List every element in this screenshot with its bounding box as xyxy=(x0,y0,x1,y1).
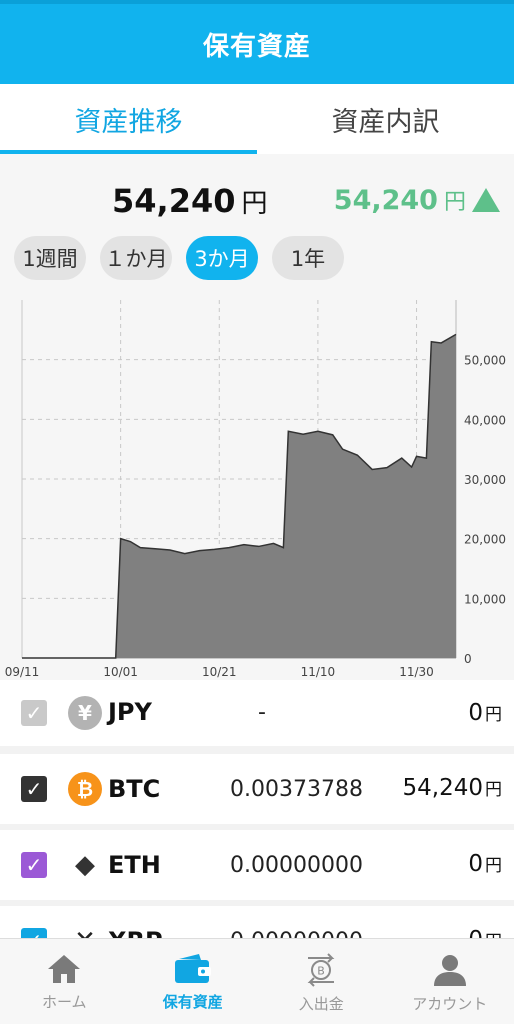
yen-coin-icon: ¥ xyxy=(68,696,102,730)
asset-quantity: - xyxy=(258,700,266,725)
up-arrow-icon xyxy=(472,188,500,212)
change-value: 54,240 円 xyxy=(334,184,500,216)
nav-home[interactable]: ホーム xyxy=(0,939,129,1024)
asset-symbol: JPY xyxy=(108,698,152,726)
change-unit: 円 xyxy=(443,190,466,215)
page-title: 保有資産 xyxy=(202,31,311,62)
x-tick-label: 11/10 xyxy=(301,665,336,679)
nav-deposit-withdraw[interactable]: B 入出金 xyxy=(257,939,386,1024)
asset-value: 0 円 xyxy=(468,851,502,877)
nav-account-label: アカウント xyxy=(412,995,488,1013)
nav-holdings-label: 保有資産 xyxy=(162,993,223,1011)
asset-value-amount: 54,240 xyxy=(402,775,483,801)
jpy-checkbox[interactable]: ✓ xyxy=(21,700,47,726)
tab-bar: 資産推移 資産内訳 xyxy=(0,84,514,154)
y-tick-label: 50,000 xyxy=(464,354,506,368)
tab-asset-breakdown[interactable]: 資産内訳 xyxy=(257,84,514,154)
chart-panel: 54,240 円 54,240 円 1週間 １か月 3か月 1年 0 10,000… xyxy=(0,154,514,680)
account-icon xyxy=(433,955,466,986)
period-selector: 1週間 １か月 3か月 1年 xyxy=(14,236,344,280)
x-tick-label: 10/01 xyxy=(103,665,138,679)
x-tick-label: 10/21 xyxy=(202,665,237,679)
y-tick-label: 40,000 xyxy=(464,413,506,427)
asset-history-chart: 0 10,000 20,000 30,000 40,000 50,000 09/11 10/0… xyxy=(5,300,506,679)
summary: 54,240 円 54,240 円 xyxy=(0,182,514,222)
asset-symbol: ETH xyxy=(108,851,161,879)
asset-value-unit: 円 xyxy=(485,705,502,725)
home-icon xyxy=(48,955,81,983)
total-value: 54,240 円 xyxy=(112,182,268,220)
tab-asset-history[interactable]: 資産推移 xyxy=(0,84,257,154)
x-tick-label: 11/30 xyxy=(399,665,434,679)
deposit-withdraw-icon: B xyxy=(307,953,335,987)
y-tick-label: 20,000 xyxy=(464,533,506,547)
y-tick-label: 30,000 xyxy=(464,473,506,487)
asset-row-btc[interactable]: ✓ ₿ BTC 0.00373788 54,240 円 xyxy=(0,754,514,824)
x-tick-label: 09/11 xyxy=(5,665,40,679)
asset-value-amount: 0 xyxy=(468,851,483,877)
asset-row-jpy[interactable]: ✓ ¥ JPY - 0 円 xyxy=(0,680,514,746)
asset-value-amount: 0 xyxy=(468,700,483,726)
svg-text:B: B xyxy=(317,965,325,978)
y-tick-label: 0 xyxy=(464,652,472,666)
eth-checkbox[interactable]: ✓ xyxy=(21,852,47,878)
nav-deposit-withdraw-label: 入出金 xyxy=(298,995,344,1013)
asset-row-eth[interactable]: ✓ ◆ ETH 0.00000000 0 円 xyxy=(0,830,514,900)
change-amount: 54,240 xyxy=(333,184,438,216)
asset-symbol: BTC xyxy=(108,775,161,803)
period-1-year[interactable]: 1年 xyxy=(272,236,344,280)
nav-home-label: ホーム xyxy=(41,993,87,1011)
asset-value-unit: 円 xyxy=(485,780,502,800)
nav-holdings[interactable]: 保有資産 xyxy=(129,939,258,1024)
asset-quantity: 0.00000000 xyxy=(230,853,363,878)
y-tick-label: 10,000 xyxy=(464,592,506,606)
btc-checkbox[interactable]: ✓ xyxy=(21,776,47,802)
app-header: 保有資産 xyxy=(0,0,514,84)
nav-account[interactable]: アカウント xyxy=(386,939,514,1024)
ethereum-coin-icon: ◆ xyxy=(75,850,95,880)
wallet-icon xyxy=(174,954,211,983)
period-1-week[interactable]: 1週間 xyxy=(14,236,86,280)
asset-quantity: 0.00373788 xyxy=(230,777,363,802)
bitcoin-coin-icon: ₿ xyxy=(68,772,102,806)
period-3-months[interactable]: 3か月 xyxy=(186,236,258,280)
asset-value: 0 円 xyxy=(468,700,502,726)
asset-value-unit: 円 xyxy=(485,856,502,876)
bottom-nav: ホーム 保有資産 B 入出金 アカウント xyxy=(0,938,514,1024)
period-1-month[interactable]: １か月 xyxy=(100,236,172,280)
total-amount: 54,240 xyxy=(112,182,236,220)
total-unit: 円 xyxy=(241,189,268,219)
asset-value: 54,240 円 xyxy=(403,775,502,801)
area-fill xyxy=(22,334,456,658)
